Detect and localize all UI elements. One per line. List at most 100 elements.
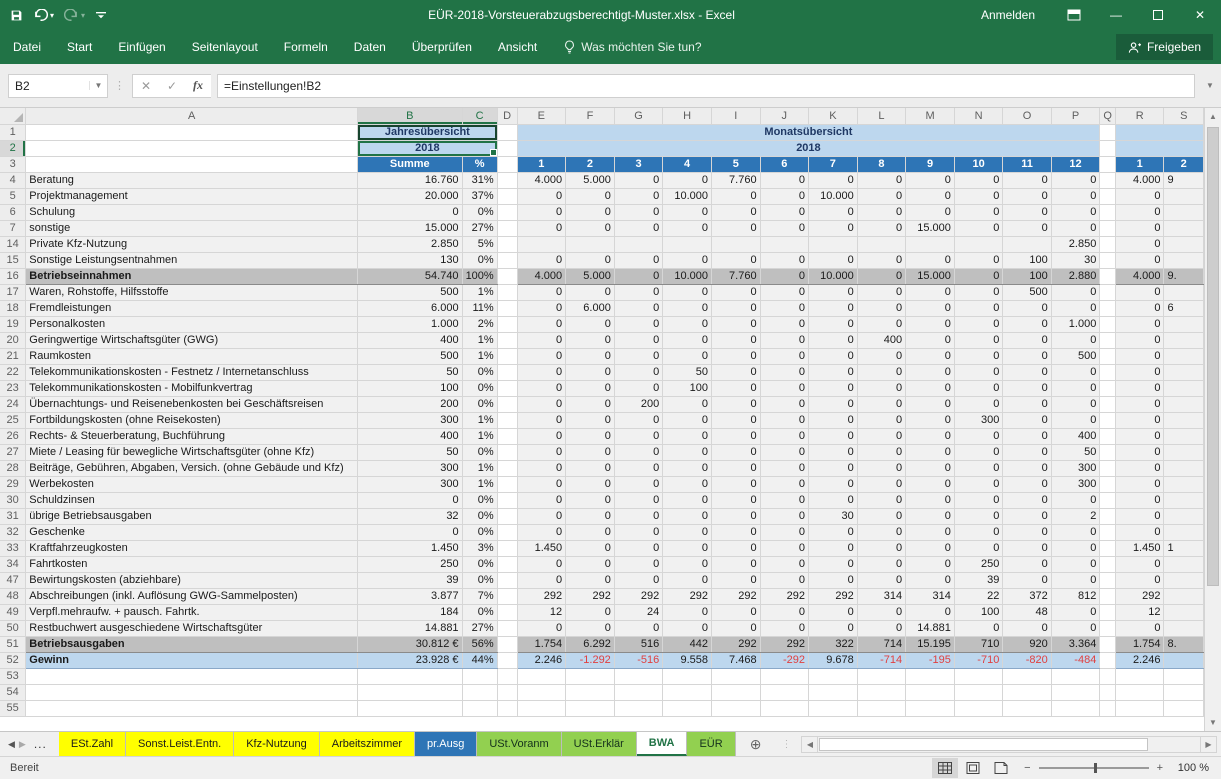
sum-31[interactable]: 32 xyxy=(357,508,462,524)
month-6-row-25[interactable]: 0 xyxy=(760,412,808,428)
empty-cell-row-55[interactable] xyxy=(711,700,760,716)
row-label-48[interactable]: Abschreibungen (inkl. Auflösung GWG-Samm… xyxy=(26,588,358,604)
month-1-row-14[interactable] xyxy=(517,236,566,252)
month-8-row-25[interactable]: 0 xyxy=(857,412,905,428)
month-12-row-22[interactable]: 0 xyxy=(1051,364,1100,380)
row-header-17[interactable]: 17 xyxy=(0,284,26,300)
month-5-row-28[interactable]: 0 xyxy=(711,460,760,476)
month-1-row-4[interactable]: 4.000 xyxy=(517,172,566,188)
empty-cell-row-53[interactable] xyxy=(566,668,615,684)
empty-cell-row-55[interactable] xyxy=(760,700,808,716)
month-7-row-30[interactable]: 0 xyxy=(808,492,857,508)
month-9-row-24[interactable]: 0 xyxy=(906,396,955,412)
month-3-row-18[interactable]: 0 xyxy=(614,300,662,316)
month-1-row-49[interactable]: 12 xyxy=(517,604,566,620)
sum-32[interactable]: 0 xyxy=(357,524,462,540)
month-1-row-52[interactable]: 2.246 xyxy=(517,652,566,668)
month-12-row-15[interactable]: 30 xyxy=(1051,252,1100,268)
cum-2-row-5[interactable] xyxy=(1164,188,1204,204)
cum-1-row-21[interactable]: 0 xyxy=(1115,348,1164,364)
normal-view-icon[interactable] xyxy=(932,758,958,778)
row-header-33[interactable]: 33 xyxy=(0,540,26,556)
close-icon[interactable]: ✕ xyxy=(1179,0,1221,30)
cum-2-row-30[interactable] xyxy=(1164,492,1204,508)
sheet-nav-left-icon[interactable]: ◀ xyxy=(8,739,15,750)
month-8-row-51[interactable]: 714 xyxy=(857,636,905,652)
cum-column-header-2[interactable]: 2 xyxy=(1164,156,1204,172)
sheet-tab-sonst-leist-entn-[interactable]: Sonst.Leist.Entn. xyxy=(126,732,234,756)
month-8-row-7[interactable]: 0 xyxy=(857,220,905,236)
month-2-row-50[interactable]: 0 xyxy=(566,620,615,636)
cell-Q23[interactable] xyxy=(1100,380,1116,396)
month-7-row-20[interactable]: 0 xyxy=(808,332,857,348)
ribbon-tab-start[interactable]: Start xyxy=(54,31,105,63)
month-column-header-8[interactable]: 8 xyxy=(857,156,905,172)
month-2-row-21[interactable]: 0 xyxy=(566,348,615,364)
cell-Q4[interactable] xyxy=(1100,172,1116,188)
cell-D17[interactable] xyxy=(497,284,517,300)
month-6-row-32[interactable]: 0 xyxy=(760,524,808,540)
row-header-5[interactable]: 5 xyxy=(0,188,26,204)
empty-cell-row-54[interactable] xyxy=(906,684,955,700)
row-header-21[interactable]: 21 xyxy=(0,348,26,364)
month-10-row-28[interactable]: 0 xyxy=(954,460,1002,476)
month-11-row-15[interactable]: 100 xyxy=(1003,252,1051,268)
cum-1-row-4[interactable]: 4.000 xyxy=(1115,172,1164,188)
empty-cell-row-55[interactable] xyxy=(1051,700,1100,716)
row-label-52[interactable]: Gewinn xyxy=(26,652,358,668)
pct-23[interactable]: 0% xyxy=(462,380,497,396)
month-6-row-20[interactable]: 0 xyxy=(760,332,808,348)
empty-cell-row-53[interactable] xyxy=(954,668,1002,684)
month-column-header-2[interactable]: 2 xyxy=(566,156,615,172)
month-7-row-52[interactable]: 9.678 xyxy=(808,652,857,668)
month-12-row-21[interactable]: 500 xyxy=(1051,348,1100,364)
horizontal-scroll-thumb[interactable] xyxy=(819,738,1147,751)
month-column-header-12[interactable]: 12 xyxy=(1051,156,1100,172)
month-12-row-23[interactable]: 0 xyxy=(1051,380,1100,396)
month-6-row-27[interactable]: 0 xyxy=(760,444,808,460)
month-3-row-6[interactable]: 0 xyxy=(614,204,662,220)
month-column-header-10[interactable]: 10 xyxy=(954,156,1002,172)
month-9-row-21[interactable]: 0 xyxy=(906,348,955,364)
ribbon-tab-ansicht[interactable]: Ansicht xyxy=(485,31,550,63)
month-3-row-25[interactable]: 0 xyxy=(614,412,662,428)
cum-2-row-32[interactable] xyxy=(1164,524,1204,540)
month-8-row-49[interactable]: 0 xyxy=(857,604,905,620)
month-5-row-47[interactable]: 0 xyxy=(711,572,760,588)
row-header-15[interactable]: 15 xyxy=(0,252,26,268)
month-10-row-7[interactable]: 0 xyxy=(954,220,1002,236)
month-12-row-51[interactable]: 3.364 xyxy=(1051,636,1100,652)
empty-cell-row-53[interactable] xyxy=(26,668,358,684)
month-2-row-49[interactable]: 0 xyxy=(566,604,615,620)
customize-quick-access-icon[interactable] xyxy=(95,9,107,21)
month-5-row-26[interactable]: 0 xyxy=(711,428,760,444)
empty-cell-row-53[interactable] xyxy=(906,668,955,684)
cum-2-row-20[interactable] xyxy=(1164,332,1204,348)
sum-19[interactable]: 1.000 xyxy=(357,316,462,332)
month-2-row-34[interactable]: 0 xyxy=(566,556,615,572)
month-10-row-4[interactable]: 0 xyxy=(954,172,1002,188)
month-4-row-31[interactable]: 0 xyxy=(663,508,712,524)
month-9-row-6[interactable]: 0 xyxy=(906,204,955,220)
cum-2-row-19[interactable] xyxy=(1164,316,1204,332)
month-7-row-21[interactable]: 0 xyxy=(808,348,857,364)
row-header-26[interactable]: 26 xyxy=(0,428,26,444)
month-overview-year[interactable]: 2018 xyxy=(517,140,1100,156)
month-6-row-31[interactable]: 0 xyxy=(760,508,808,524)
select-all-corner[interactable] xyxy=(0,108,26,124)
cell-A3[interactable] xyxy=(26,156,358,172)
month-2-row-5[interactable]: 0 xyxy=(566,188,615,204)
pct-6[interactable]: 0% xyxy=(462,204,497,220)
month-4-row-14[interactable] xyxy=(663,236,712,252)
cum-2-row-31[interactable] xyxy=(1164,508,1204,524)
month-2-row-22[interactable]: 0 xyxy=(566,364,615,380)
row-header-1[interactable]: 1 xyxy=(0,124,26,140)
month-3-row-47[interactable]: 0 xyxy=(614,572,662,588)
cell-Q32[interactable] xyxy=(1100,524,1116,540)
empty-cell-row-55[interactable] xyxy=(1100,700,1116,716)
month-5-row-34[interactable]: 0 xyxy=(711,556,760,572)
month-12-row-27[interactable]: 50 xyxy=(1051,444,1100,460)
month-1-row-16[interactable]: 4.000 xyxy=(517,268,566,284)
month-5-row-5[interactable]: 0 xyxy=(711,188,760,204)
sum-51[interactable]: 30.812 € xyxy=(357,636,462,652)
